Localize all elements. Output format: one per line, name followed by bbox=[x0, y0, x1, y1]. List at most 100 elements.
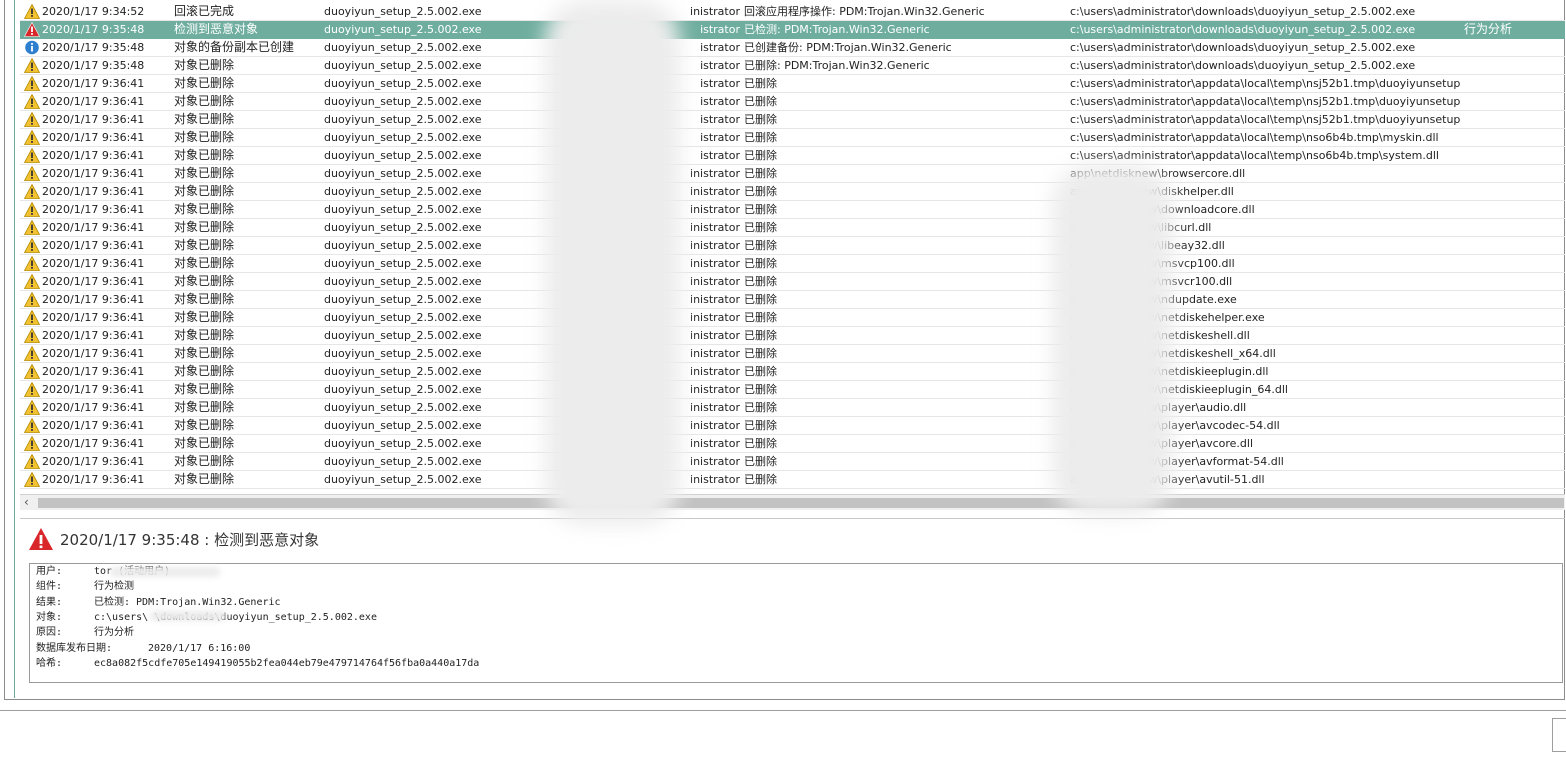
table-row[interactable]: 2020/1/17 9:36:41 对象已删除 duoyiyun_setup_2.5… bbox=[20, 381, 1565, 399]
event-name: 对象已删除 bbox=[174, 364, 235, 378]
table-row[interactable]: 2020/1/17 9:34:52 回滚已完成 duoyiyun_setup_2.5… bbox=[20, 3, 1565, 21]
event-reason bbox=[1464, 183, 1564, 200]
event-list[interactable]: 2020/1/17 9:34:52 回滚已完成 duoyiyun_setup_2.5… bbox=[20, 0, 1565, 494]
event-application: duoyiyun_setup_2.5.002.exe bbox=[324, 311, 482, 324]
warning-icon bbox=[24, 4, 40, 20]
horizontal-scrollbar[interactable]: ‹ bbox=[20, 494, 1565, 510]
event-reason bbox=[1464, 309, 1564, 326]
scrollbar-thumb[interactable] bbox=[38, 498, 1564, 508]
event-time: 2020/1/17 9:36:41 bbox=[42, 275, 145, 288]
event-result: 已删除 bbox=[744, 221, 777, 234]
event-reason bbox=[1464, 93, 1564, 110]
warning-icon bbox=[24, 364, 40, 380]
warning-icon bbox=[24, 274, 40, 290]
table-row[interactable]: 2020/1/17 9:35:48 检测到恶意对象 duoyiyun_setup_2… bbox=[20, 21, 1565, 39]
table-row[interactable]: 2020/1/17 9:36:41 对象已删除 duoyiyun_setup_2.5… bbox=[20, 111, 1565, 129]
table-row[interactable]: 2020/1/17 9:36:41 对象已删除 duoyiyun_setup_2.5… bbox=[20, 147, 1565, 165]
event-name: 对象已删除 bbox=[174, 94, 235, 108]
event-name: 对象已删除 bbox=[174, 310, 235, 324]
event-result: 已删除 bbox=[744, 473, 777, 486]
event-application: duoyiyun_setup_2.5.002.exe bbox=[324, 437, 482, 450]
event-reason bbox=[1464, 75, 1564, 92]
event-reason bbox=[1464, 291, 1564, 308]
table-row[interactable]: 2020/1/17 9:36:41 对象已删除 duoyiyun_setup_2.5… bbox=[20, 327, 1565, 345]
table-row[interactable]: 2020/1/17 9:36:41 对象已删除 duoyiyun_setup_2.5… bbox=[20, 237, 1565, 255]
event-time: 2020/1/17 9:36:41 bbox=[42, 311, 145, 324]
warning-icon bbox=[24, 310, 40, 326]
event-name: 对象已删除 bbox=[174, 292, 235, 306]
event-result: 已删除 bbox=[744, 437, 777, 450]
table-row[interactable]: 2020/1/17 9:36:41 对象已删除 duoyiyun_setup_2.5… bbox=[20, 129, 1565, 147]
event-application: duoyiyun_setup_2.5.002.exe bbox=[324, 203, 482, 216]
event-time: 2020/1/17 9:36:41 bbox=[42, 95, 145, 108]
event-name: 对象已删除 bbox=[174, 76, 235, 90]
table-row[interactable]: 2020/1/17 9:36:41 对象已删除 duoyiyun_setup_2.5… bbox=[20, 453, 1565, 471]
warning-icon bbox=[24, 58, 40, 74]
event-name: 对象已删除 bbox=[174, 220, 235, 234]
table-row[interactable]: 2020/1/17 9:36:41 对象已删除 duoyiyun_setup_2.5… bbox=[20, 417, 1565, 435]
event-name: 对象已删除 bbox=[174, 166, 235, 180]
table-row[interactable]: 2020/1/17 9:36:41 对象已删除 duoyiyun_setup_2.5… bbox=[20, 291, 1565, 309]
event-application: duoyiyun_setup_2.5.002.exe bbox=[324, 5, 482, 18]
warning-icon bbox=[24, 202, 40, 218]
warning-icon bbox=[24, 256, 40, 272]
event-time: 2020/1/17 9:36:41 bbox=[42, 347, 145, 360]
event-result: 已删除 bbox=[744, 401, 777, 414]
event-result: 已检测: PDM:Trojan.Win32.Generic bbox=[744, 23, 930, 36]
table-row[interactable]: 2020/1/17 9:36:41 对象已删除 duoyiyun_setup_2.5… bbox=[20, 255, 1565, 273]
table-row[interactable]: 2020/1/17 9:36:41 对象已删除 duoyiyun_setup_2.5… bbox=[20, 399, 1565, 417]
table-row[interactable]: 2020/1/17 9:36:41 对象已删除 duoyiyun_setup_2.5… bbox=[20, 75, 1565, 93]
detail-value: 已检测: PDM:Trojan.Win32.Generic bbox=[94, 596, 281, 608]
detail-panel[interactable]: 用户:tor (活动用户) 组件: 行为检测结果: 已检测: PDM:Trojan.W… bbox=[29, 563, 1563, 683]
table-row[interactable]: 2020/1/17 9:35:48 对象已删除 duoyiyun_setup_2.5… bbox=[20, 57, 1565, 75]
event-reason bbox=[1464, 111, 1564, 128]
table-row[interactable]: 2020/1/17 9:36:41 对象已删除 duoyiyun_setup_2.5… bbox=[20, 363, 1565, 381]
warning-icon bbox=[24, 148, 40, 164]
event-result: 已删除 bbox=[744, 149, 777, 162]
event-name: 对象已删除 bbox=[174, 130, 235, 144]
event-application: duoyiyun_setup_2.5.002.exe bbox=[324, 329, 482, 342]
detail-label: 哈希: bbox=[36, 657, 63, 669]
warning-icon bbox=[24, 382, 40, 398]
event-object: c:\users\administrator\appdata\local\tem… bbox=[1070, 149, 1439, 162]
event-reason bbox=[1464, 399, 1564, 416]
table-row[interactable]: 2020/1/17 9:36:41 对象已删除 duoyiyun_setup_2.5… bbox=[20, 309, 1565, 327]
scroll-left-icon[interactable]: ‹ bbox=[24, 495, 29, 510]
warning-icon bbox=[24, 454, 40, 470]
event-reason bbox=[1464, 417, 1564, 434]
event-time: 2020/1/17 9:36:41 bbox=[42, 293, 145, 306]
detail-label: 用户: bbox=[36, 566, 63, 577]
event-application: duoyiyun_setup_2.5.002.exe bbox=[324, 23, 482, 36]
event-reason bbox=[1464, 201, 1564, 218]
table-row[interactable]: 2020/1/17 9:36:41 对象已删除 duoyiyun_setup_2.5… bbox=[20, 273, 1565, 291]
table-row[interactable]: 2020/1/17 9:35:48 对象的备份副本已创建 duoyiyun_setu… bbox=[20, 39, 1565, 57]
event-result: 已删除 bbox=[744, 95, 777, 108]
event-time: 2020/1/17 9:36:41 bbox=[42, 383, 145, 396]
event-name: 对象已删除 bbox=[174, 472, 235, 486]
table-row[interactable]: 2020/1/17 9:36:41 对象已删除 duoyiyun_setup_2.5… bbox=[20, 435, 1565, 453]
warning-icon bbox=[24, 220, 40, 236]
table-row[interactable]: 2020/1/17 9:36:41 对象已删除 duoyiyun_setup_2.5… bbox=[20, 201, 1565, 219]
event-time: 2020/1/17 9:36:41 bbox=[42, 329, 145, 342]
event-application: duoyiyun_setup_2.5.002.exe bbox=[324, 59, 482, 72]
event-result: 已删除 bbox=[744, 185, 777, 198]
event-application: duoyiyun_setup_2.5.002.exe bbox=[324, 185, 482, 198]
event-reason bbox=[1464, 219, 1564, 236]
event-time: 2020/1/17 9:36:41 bbox=[42, 257, 145, 270]
event-reason bbox=[1464, 453, 1564, 470]
event-time: 2020/1/17 9:36:41 bbox=[42, 167, 145, 180]
table-row[interactable]: 2020/1/17 9:36:41 对象已删除 duoyiyun_setup_2.5… bbox=[20, 471, 1565, 489]
warning-icon bbox=[24, 94, 40, 110]
event-name: 对象已删除 bbox=[174, 382, 235, 396]
table-row[interactable]: 2020/1/17 9:36:41 对象已删除 duoyiyun_setup_2.5… bbox=[20, 165, 1565, 183]
event-reason bbox=[1464, 327, 1564, 344]
event-result: 已删除 bbox=[744, 347, 777, 360]
table-row[interactable]: 2020/1/17 9:36:41 对象已删除 duoyiyun_setup_2.5… bbox=[20, 93, 1565, 111]
table-row[interactable]: 2020/1/17 9:36:41 对象已删除 duoyiyun_setup_2.5… bbox=[20, 183, 1565, 201]
event-name: 对象已删除 bbox=[174, 58, 235, 72]
event-result: 回滚应用程序操作: PDM:Trojan.Win32.Generic bbox=[744, 5, 985, 18]
table-row[interactable]: 2020/1/17 9:36:41 对象已删除 duoyiyun_setup_2.5… bbox=[20, 219, 1565, 237]
table-row[interactable]: 2020/1/17 9:36:41 对象已删除 duoyiyun_setup_2.5… bbox=[20, 345, 1565, 363]
warning-icon bbox=[24, 292, 40, 308]
event-application: duoyiyun_setup_2.5.002.exe bbox=[324, 239, 482, 252]
